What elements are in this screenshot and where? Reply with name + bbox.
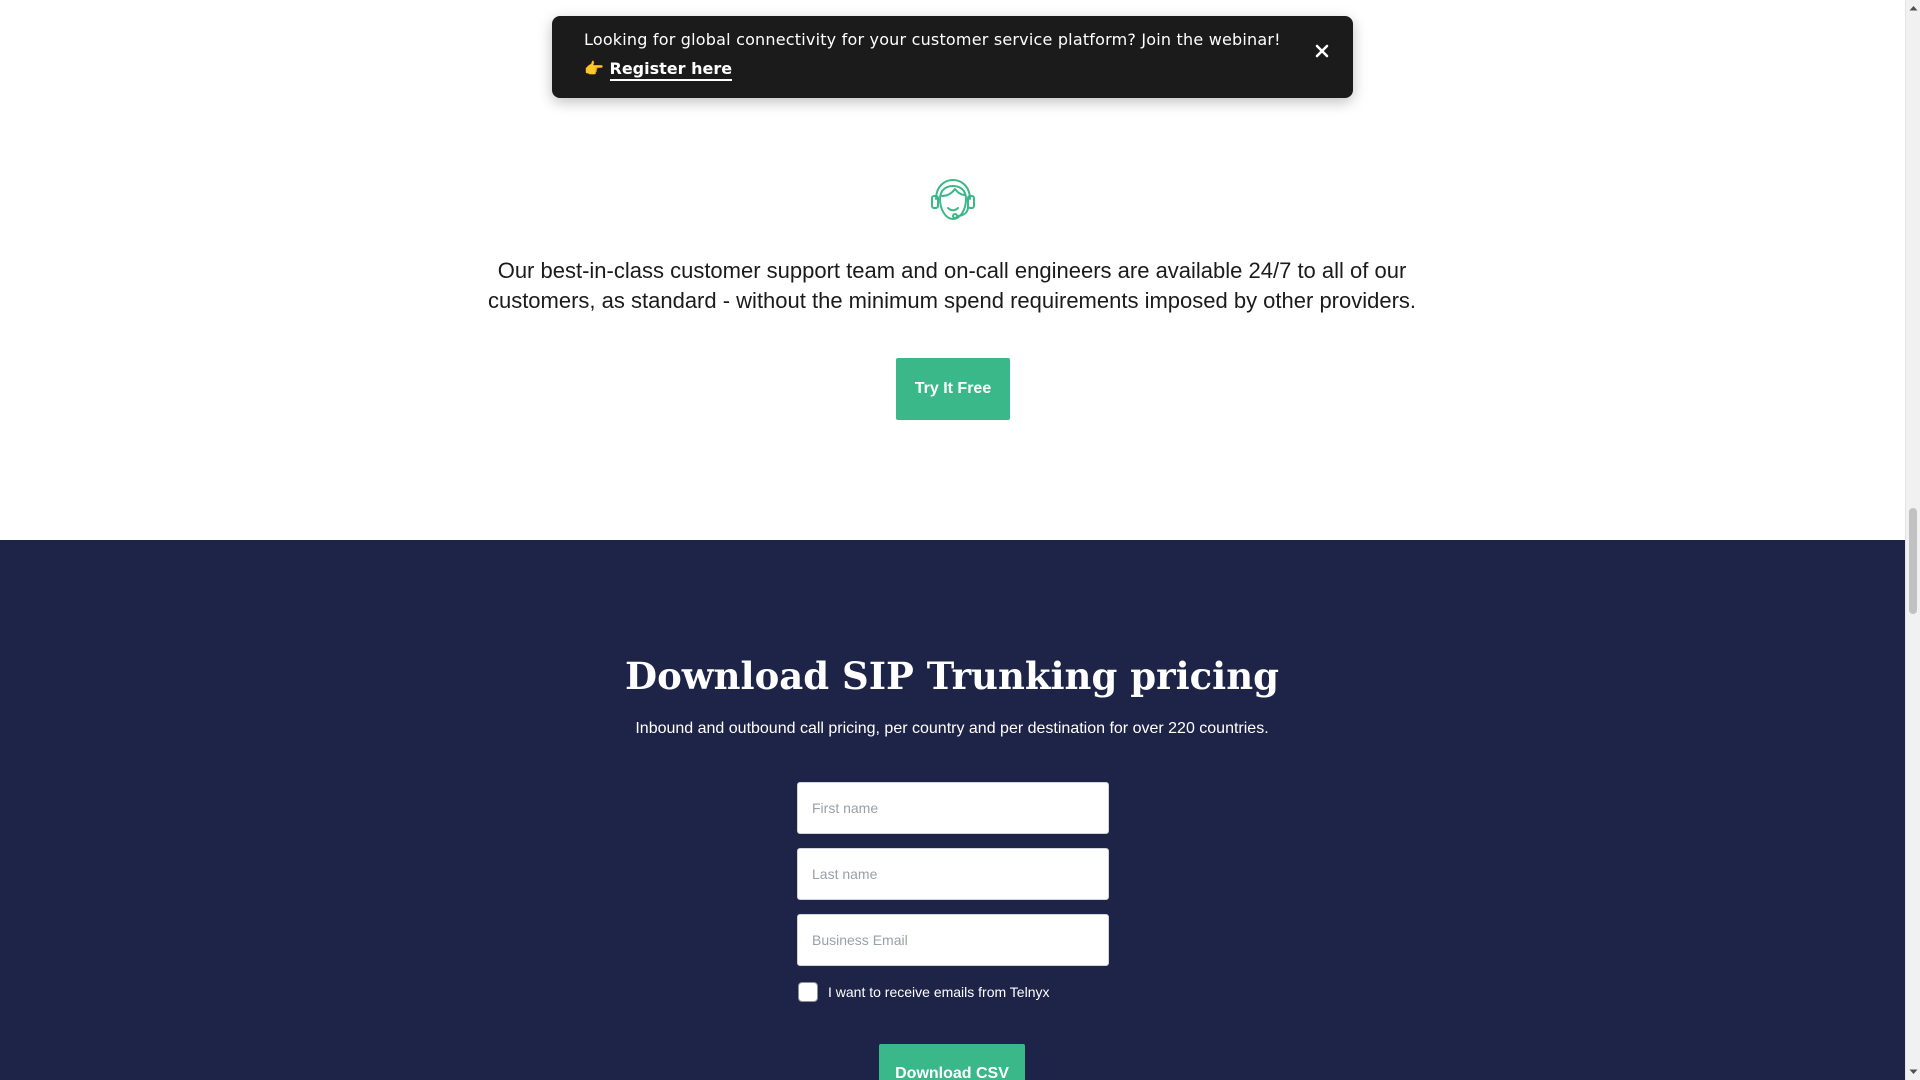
close-icon[interactable] — [1313, 42, 1331, 60]
pricing-subtitle: Inbound and outbound call pricing, per c… — [635, 720, 1269, 737]
business-email-input[interactable] — [797, 914, 1109, 966]
webinar-banner: Looking for global connectivity for your… — [552, 16, 1353, 98]
pricing-title: Download SIP Trunking pricing — [625, 654, 1279, 698]
first-name-input[interactable] — [797, 782, 1109, 834]
register-here-link[interactable]: Register here — [609, 59, 733, 81]
pointing-hand-emoji-icon: 👉 — [584, 59, 604, 78]
webinar-banner-message: Looking for global connectivity for your… — [584, 30, 1281, 49]
support-description: Our best-in-class customer support team … — [487, 258, 1417, 313]
last-name-input[interactable] — [797, 848, 1109, 900]
headset-agent-icon — [931, 179, 975, 220]
scrollbar-thumb[interactable] — [1909, 508, 1917, 614]
scroll-up-arrow-icon[interactable] — [1906, 0, 1920, 16]
page-scrollbar[interactable] — [1905, 0, 1920, 1080]
register-link-row: 👉 Register here — [584, 59, 1321, 81]
page: Our best-in-class customer support team … — [0, 0, 1905, 1080]
support-section: Our best-in-class customer support team … — [0, 63, 1905, 540]
scroll-down-arrow-icon[interactable] — [1906, 1064, 1920, 1080]
email-consent-checkbox[interactable] — [798, 982, 818, 1002]
download-csv-button[interactable]: Download CSV — [879, 1044, 1025, 1080]
try-it-free-button[interactable]: Try It Free — [896, 358, 1010, 420]
email-consent-label: I want to receive emails from Telnyx — [828, 984, 1050, 1000]
email-consent-row[interactable]: I want to receive emails from Telnyx — [798, 981, 1050, 1003]
pricing-section: Download SIP Trunking pricing Inbound an… — [0, 540, 1905, 1080]
